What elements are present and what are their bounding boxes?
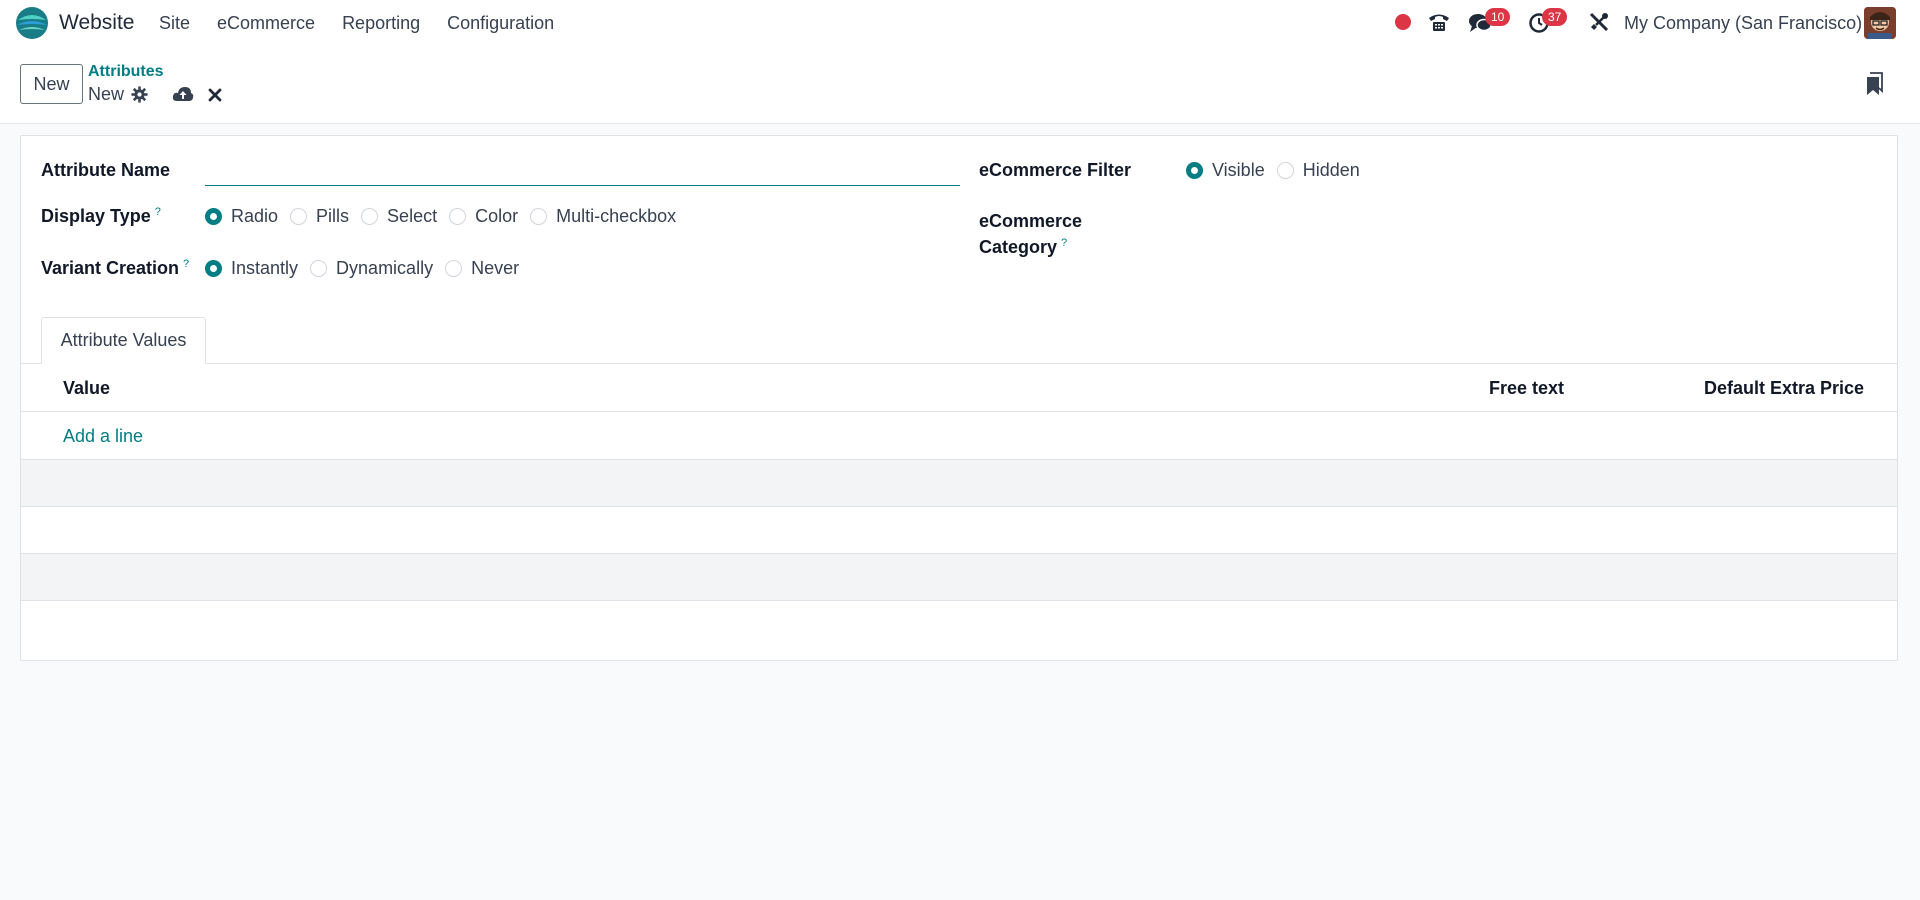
website-app-logo-icon[interactable]: [15, 6, 49, 40]
column-header-free-text[interactable]: Free text: [1489, 378, 1564, 399]
ecommerce-category-label-text: Category: [979, 237, 1058, 257]
company-switcher[interactable]: My Company (San Francisco): [1624, 13, 1862, 34]
new-record-button[interactable]: New: [20, 64, 83, 104]
table-row: [21, 507, 1897, 554]
discard-close-icon[interactable]: [207, 87, 223, 103]
save-cloud-icon[interactable]: [172, 85, 194, 103]
ecommerce-category-help-icon[interactable]: ?: [1061, 237, 1067, 249]
messages-count-badge: 10: [1485, 8, 1511, 26]
variant-creation-label-text: Variant Creation: [41, 258, 180, 278]
debug-tools-icon[interactable]: [1588, 11, 1610, 33]
menu-ecommerce[interactable]: eCommerce: [217, 13, 315, 34]
variant-creation-label: Variant Creation?: [41, 258, 189, 279]
radio-indicator: [1276, 162, 1294, 179]
radio-option-label: Multi-checkbox: [556, 206, 677, 226]
app-name[interactable]: Website: [59, 11, 134, 35]
radio-indicator: [361, 208, 379, 225]
radio-selected-indicator: [205, 260, 222, 277]
menu-site[interactable]: Site: [159, 13, 190, 34]
top-navbar: Website Site eCommerce Reporting Configu…: [0, 0, 1920, 46]
display-type-help-icon[interactable]: ?: [155, 206, 161, 218]
display-type-label: Display Type?: [41, 206, 161, 227]
variant-creation-radio-instantly[interactable]: Instantly: [205, 258, 298, 279]
form-sheet: Attribute Name Display Type? Radio Pills…: [20, 135, 1898, 661]
radio-option-label: Never: [471, 258, 520, 278]
radio-option-label: Color: [475, 206, 519, 226]
radio-option-label: Pills: [316, 206, 350, 226]
variant-creation-radio-never[interactable]: Never: [445, 258, 519, 279]
phone-icon[interactable]: [1427, 11, 1451, 33]
radio-option-label: Dynamically: [336, 258, 434, 278]
display-type-radio-radio[interactable]: Radio: [205, 206, 278, 227]
gear-icon[interactable]: [131, 86, 148, 103]
variant-creation-help-icon[interactable]: ?: [183, 258, 189, 270]
menu-reporting[interactable]: Reporting: [342, 13, 420, 34]
attribute-name-input[interactable]: [205, 150, 960, 186]
user-avatar-icon: [1864, 7, 1896, 39]
activities-count-badge: 37: [1542, 8, 1568, 26]
table-row: [21, 460, 1897, 507]
breadcrumb-attributes[interactable]: Attributes: [88, 63, 164, 81]
ecommerce-filter-radio-visible[interactable]: Visible: [1186, 160, 1265, 181]
display-type-radio-select[interactable]: Select: [361, 206, 437, 227]
breadcrumb-current: New: [88, 84, 125, 104]
display-type-label-text: Display Type: [41, 206, 151, 226]
display-type-radio-color[interactable]: Color: [449, 206, 518, 227]
radio-option-label: Instantly: [231, 258, 299, 278]
radio-indicator: [290, 208, 308, 225]
radio-selected-indicator: [205, 208, 222, 225]
radio-indicator: [449, 208, 467, 225]
radio-option-label: Visible: [1212, 160, 1265, 180]
table-row: [21, 554, 1897, 601]
ecommerce-category-label-line2: Category?: [979, 237, 1067, 258]
ecommerce-filter-radio-hidden[interactable]: Hidden: [1276, 160, 1360, 181]
tab-attribute-values[interactable]: Attribute Values: [41, 317, 206, 364]
table-header: Value Free text Default Extra Price: [21, 364, 1897, 412]
display-type-radio-multi-checkbox[interactable]: Multi-checkbox: [530, 206, 676, 227]
radio-selected-indicator: [1186, 162, 1203, 179]
attribute-name-label: Attribute Name: [41, 160, 171, 180]
radio-option-label: Hidden: [1302, 160, 1360, 180]
ecommerce-filter-radio-group: Visible Hidden: [1186, 160, 1372, 181]
main-menu: Site eCommerce Reporting Configuration: [159, 13, 581, 34]
user-avatar[interactable]: [1864, 7, 1896, 39]
radio-indicator: [445, 260, 463, 277]
display-type-radio-pills[interactable]: Pills: [290, 206, 349, 227]
ecommerce-category-label-line1: eCommerce: [979, 211, 1083, 231]
radio-indicator: [310, 260, 328, 277]
radio-indicator: [530, 208, 548, 225]
radio-option-label: Select: [387, 206, 438, 226]
variant-creation-radio-dynamically[interactable]: Dynamically: [310, 258, 433, 279]
bookmark-icon[interactable]: [1865, 72, 1885, 96]
column-header-default-extra-price[interactable]: Default Extra Price: [1704, 378, 1864, 399]
display-type-radio-group: Radio Pills Select Color Multi-checkbox: [205, 206, 688, 227]
variant-creation-radio-group: Instantly Dynamically Never: [205, 258, 531, 279]
column-header-value[interactable]: Value: [63, 378, 110, 399]
control-panel: New Attributes New: [0, 46, 1920, 124]
table-row-add: Add a line: [21, 413, 1897, 460]
add-a-line-link[interactable]: Add a line: [63, 426, 143, 447]
ecommerce-filter-label: eCommerce Filter: [979, 160, 1132, 180]
radio-option-label: Radio: [231, 206, 279, 226]
record-indicator-icon[interactable]: [1395, 14, 1411, 30]
menu-configuration[interactable]: Configuration: [447, 13, 554, 34]
